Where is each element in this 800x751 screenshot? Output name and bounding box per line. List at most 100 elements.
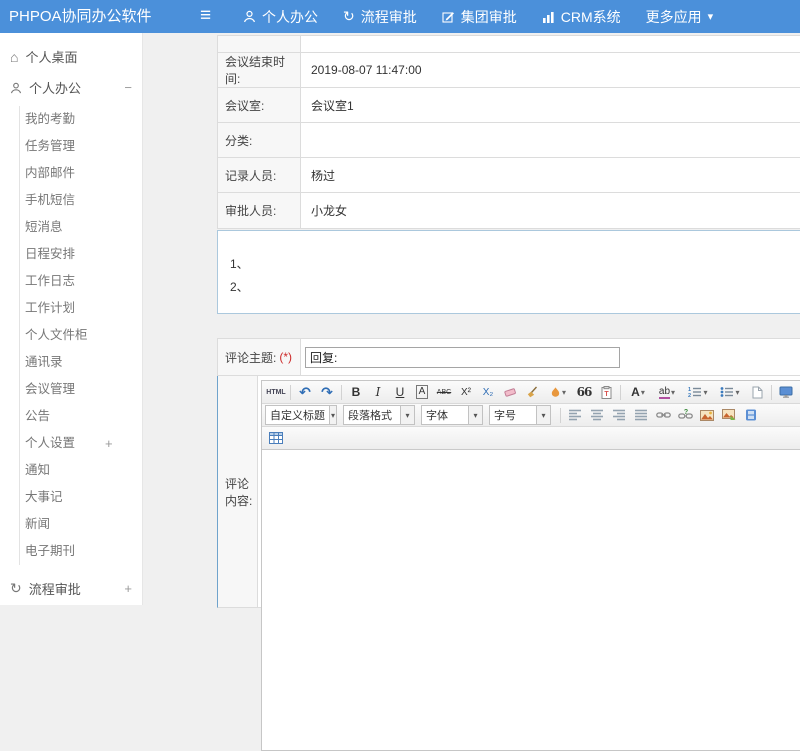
subscript-button[interactable]: X₂ [478,383,498,402]
remove-link-button[interactable]: ? [675,406,695,425]
superscript-button[interactable]: X² [456,383,476,402]
paint-icon [550,386,561,398]
meeting-content-box: 1、 2、 [217,230,800,314]
insert-image-button[interactable] [697,406,717,425]
underline-button[interactable]: U [390,383,410,402]
font-color-button[interactable]: A ▾ [625,383,651,402]
format-painter-button[interactable]: ▾ [544,383,572,402]
comment-subject-input[interactable] [305,347,620,368]
person-icon [10,82,22,94]
redo-icon[interactable]: ↷ [317,383,337,402]
caret-down-icon: ▾ [400,406,414,424]
sidebar-item-task-management[interactable]: 任务管理 [25,133,142,160]
table-row-meeting-room: 会议室: 会议室1 [218,88,800,123]
sidebar-item-contacts[interactable]: 通讯录 [25,349,142,376]
editor-body[interactable] [262,450,800,750]
align-left-icon [569,409,582,421]
highlight-color-button[interactable]: ab ▾ [653,383,681,402]
blockquote-button[interactable]: 66 [574,383,594,402]
nav-label: 集团审批 [461,7,517,27]
screenshot-button[interactable] [719,406,739,425]
sidebar-item-internal-mail[interactable]: 内部邮件 [25,160,142,187]
broom-icon [526,386,539,399]
font-family-select[interactable]: 字体 ▾ [421,405,483,425]
media-icon [745,409,757,421]
italic-button[interactable]: I [368,383,388,402]
sidebar-item-personal-file-cabinet[interactable]: 个人文件柜 [25,322,142,349]
svg-text:T: T [604,391,609,398]
insert-table-button[interactable] [266,429,286,448]
ordered-list-button[interactable]: 12 ▾ [683,383,713,402]
font-name-button[interactable]: A [412,383,432,402]
clean-format-button[interactable] [522,383,542,402]
row-value [301,36,800,52]
person-icon [243,10,256,23]
expand-plus-icon[interactable]: + [105,430,113,457]
strikethrough-button[interactable]: ABC [434,383,454,402]
nav-more-apps[interactable]: 更多应用 ▾ [646,0,714,33]
table-row-recorder: 记录人员: 杨过 [218,158,800,193]
new-page-button[interactable] [747,383,767,402]
editor-toolbar-row2: 自定义标题 ▾ 段落格式 ▾ 字体 ▾ 字号 ▾ [262,404,800,427]
html-source-button[interactable]: HTML [266,383,286,402]
caret-down-icon: ▾ [671,388,675,397]
toolbar-separator [620,385,621,400]
toolbar-separator [771,385,772,400]
sidebar-item-news[interactable]: 新闻 [25,511,142,538]
select-value: 字号 [490,407,536,423]
align-justify-button[interactable] [631,406,651,425]
insert-media-button[interactable] [741,406,761,425]
paragraph-format-select[interactable]: 段落格式 ▾ [343,405,415,425]
insert-link-button[interactable] [653,406,673,425]
select-value: 段落格式 [344,407,400,423]
sidebar-item-e-journal[interactable]: 电子期刊 [25,538,142,565]
sidebar-item-work-plan[interactable]: 工作计划 [25,295,142,322]
undo-icon[interactable]: ↶ [295,383,315,402]
sidebar-item-memorabilia[interactable]: 大事记 [25,484,142,511]
sidebar-item-personal-office[interactable]: 个人办公 − [0,72,142,103]
row-label: 记录人员: [218,158,301,192]
nav-group-approval[interactable]: 集团审批 [442,0,517,33]
sidebar-item-label: 通知 [25,457,50,484]
eraser-icon [503,386,517,398]
sidebar-item-workflow-approval[interactable]: ↻ 流程审批 + [0,573,142,604]
sidebar-item-work-log[interactable]: 工作日志 [25,268,142,295]
align-right-button[interactable] [609,406,629,425]
caret-down-icon: ▾ [468,406,482,424]
top-nav: 个人办公 ↻ 流程审批 集团审批 CRM系统 更多应用 ▾ [243,0,713,33]
heading-select[interactable]: 自定义标题 ▾ [265,405,337,425]
nav-label: 更多应用 [646,7,702,27]
sidebar-item-label: 电子期刊 [25,538,75,565]
nav-label: 流程审批 [361,7,417,27]
sidebar-item-mobile-sms[interactable]: 手机短信 [25,187,142,214]
expand-plus-icon[interactable]: + [124,581,132,596]
sidebar-item-short-message[interactable]: 短消息 [25,214,142,241]
sidebar-item-personal-desktop[interactable]: ⌂ 个人桌面 [0,41,142,72]
row-value: 2019-08-07 11:47:00 [301,53,800,87]
hamburger-menu-icon[interactable]: ≡ [200,0,211,31]
paste-from-word-button[interactable]: T [596,383,616,402]
sidebar-item-schedule[interactable]: 日程安排 [25,241,142,268]
row-label [218,36,301,52]
nav-crm[interactable]: CRM系统 [542,0,621,33]
bold-button[interactable]: B [346,383,366,402]
toolbar-separator [290,385,291,400]
sidebar-item-my-attendance[interactable]: 我的考勤 [25,106,142,133]
nav-workflow-approval[interactable]: ↻ 流程审批 [343,0,417,33]
cycle-icon: ↻ [10,580,22,597]
sidebar-item-meeting-management[interactable]: 会议管理 [25,376,142,403]
sidebar: ⌂ 个人桌面 个人办公 − 我的考勤 任务管理 内部邮件 手机短信 短消息 日程… [0,33,143,605]
align-left-button[interactable] [565,406,585,425]
sidebar-item-personal-settings[interactable]: 个人设置 + [25,430,142,457]
sidebar-item-notice[interactable]: 通知 [25,457,142,484]
font-size-select[interactable]: 字号 ▾ [489,405,551,425]
row-label: 评论内容: [218,376,258,607]
collapse-minus-icon[interactable]: − [124,80,132,95]
unordered-list-button[interactable]: ▾ [715,383,745,402]
nav-personal-office[interactable]: 个人办公 [243,0,318,33]
sidebar-item-announcement[interactable]: 公告 [25,403,142,430]
remove-format-button[interactable] [500,383,520,402]
align-center-button[interactable] [587,406,607,425]
meeting-info-table: 会议结束时间: 2019-08-07 11:47:00 会议室: 会议室1 分类… [217,35,800,229]
fullscreen-button[interactable] [776,383,796,402]
